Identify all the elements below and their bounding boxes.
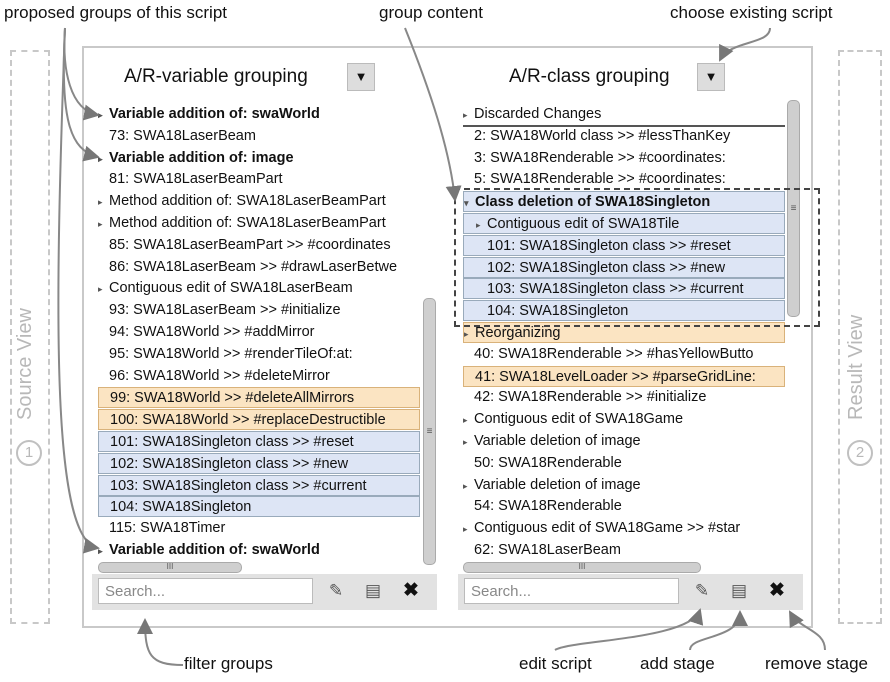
annotation-arrows bbox=[57, 27, 826, 666]
